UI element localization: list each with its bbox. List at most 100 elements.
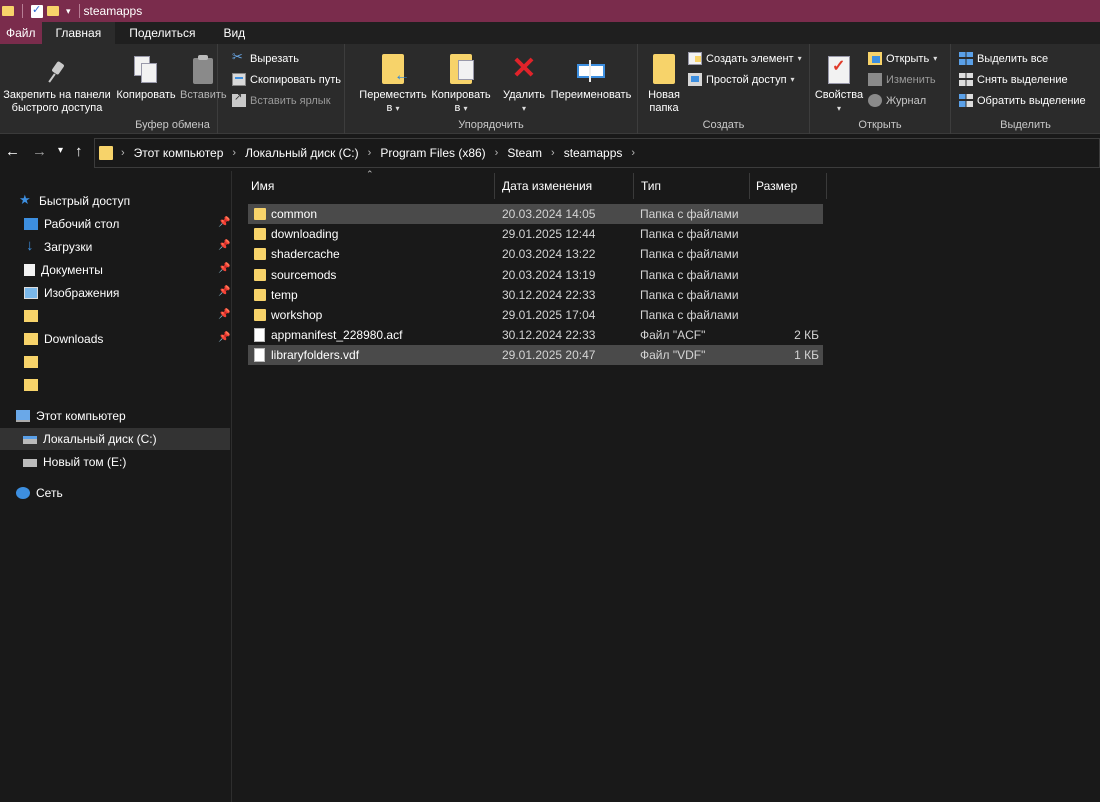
sidebar-item-folder[interactable] (0, 351, 230, 373)
table-row[interactable]: common 20.03.2024 14:05 Папка с файлами (248, 204, 823, 224)
sidebar-item-label: Загрузки (44, 240, 93, 254)
sidebar-item-desktop[interactable]: Рабочий стол (0, 213, 230, 235)
rename-button[interactable]: Переименовать (547, 50, 635, 102)
file-size: 2 КБ (794, 328, 819, 343)
edit-button[interactable]: Изменить (868, 73, 936, 86)
download-icon (24, 237, 38, 254)
properties-icon[interactable] (31, 3, 43, 18)
table-row[interactable]: shadercache 20.03.2024 13:22 Папка с файла… (248, 244, 823, 264)
table-row[interactable]: downloading 29.01.2025 12:44 Папка с файла… (248, 224, 823, 244)
new-group: Новая папка Создать элемент ▾ Простой до… (638, 44, 810, 134)
breadcrumb-steamapps[interactable]: steamapps (564, 146, 623, 160)
breadcrumb-steam[interactable]: Steam (507, 146, 542, 160)
sidebar-item-local-disk[interactable]: Локальный диск (C:) (0, 428, 230, 450)
column-header-name[interactable]: Имя (245, 173, 495, 199)
table-row[interactable]: sourcemods 20.03.2024 13:19 Папка с файлам… (248, 265, 823, 285)
sidebar-item-downloads[interactable]: Загрузки (0, 236, 230, 258)
copy-button[interactable]: Копировать (114, 50, 178, 102)
sidebar-item-images[interactable]: Изображения (0, 282, 230, 304)
new-folder-button[interactable]: Новая папка (642, 50, 686, 115)
tab-home[interactable]: Главная (41, 22, 116, 44)
sidebar-item-quick-access[interactable]: Быстрый доступ (0, 190, 230, 212)
chevron-right-icon[interactable]: › (232, 147, 236, 159)
chevron-down-icon: ▾ (790, 75, 795, 84)
recent-locations-chevron-icon[interactable]: ▾ (58, 145, 63, 156)
column-header-date[interactable]: Дата изменения (496, 173, 634, 199)
new-item-button[interactable]: Создать элемент ▾ (688, 52, 802, 65)
address-bar[interactable]: › Этот компьютер › Локальный диск (C:) ›… (94, 138, 1100, 168)
file-name: sourcemods (271, 267, 337, 282)
invert-selection-button[interactable]: Обратить выделение (959, 94, 1086, 107)
chevron-right-icon[interactable]: › (551, 147, 555, 159)
sidebar-item-folder[interactable] (0, 374, 230, 396)
select-all-button[interactable]: Выделить все (959, 52, 1048, 65)
file-type: Папка с файлами (640, 247, 739, 262)
copy-path-icon (232, 73, 246, 86)
title-bar: ▾ steamapps (0, 0, 1100, 22)
breadcrumb-program-files[interactable]: Program Files (x86) (380, 146, 485, 160)
select-none-button[interactable]: Снять выделение (959, 73, 1068, 86)
folder-icon (254, 208, 266, 220)
shortcut-icon (232, 92, 246, 107)
breadcrumb-this-pc[interactable]: Этот компьютер (134, 146, 224, 160)
copy-to-label-line1: Копировать (431, 89, 491, 101)
chevron-right-icon[interactable]: › (631, 147, 635, 159)
file-type: Папка с файлами (640, 267, 739, 282)
pin-icon (48, 60, 66, 84)
open-button[interactable]: Открыть ▾ (868, 52, 937, 65)
open-label: Открыть (886, 52, 930, 65)
column-header-size[interactable]: Размер (750, 173, 827, 199)
chevron-right-icon[interactable]: › (368, 147, 372, 159)
chevron-right-icon[interactable]: › (495, 147, 499, 159)
tab-share[interactable]: Поделиться (115, 22, 209, 44)
chevron-down-icon[interactable]: ▾ (66, 6, 71, 17)
chevron-down-icon: ▾ (395, 104, 400, 113)
cut-button[interactable]: Вырезать (232, 49, 299, 65)
sidebar-item-new-volume[interactable]: Новый том (E:) (0, 451, 230, 473)
table-row[interactable]: workshop 29.01.2025 17:04 Папка с файлами (248, 305, 823, 325)
table-row[interactable]: temp 30.12.2024 22:33 Папка с файлами (248, 285, 823, 305)
history-label: Журнал (886, 94, 927, 107)
desktop-icon (24, 218, 38, 230)
delete-button[interactable]: ✕ Удалить ▾ (501, 50, 547, 115)
pin-icon: 📌 (218, 217, 231, 228)
column-header-type[interactable]: Тип (635, 173, 750, 199)
chevron-right-icon[interactable]: › (121, 147, 125, 159)
forward-arrow-icon[interactable]: → (32, 143, 47, 160)
tab-file[interactable]: Файл (0, 22, 42, 44)
sidebar-item-folder[interactable] (0, 305, 230, 327)
copy-path-button[interactable]: Скопировать путь (232, 73, 341, 86)
table-row[interactable]: appmanifest_228980.acf 30.12.2024 22:33 Фа… (248, 325, 823, 345)
easy-access-button[interactable]: Простой доступ ▾ (688, 73, 795, 86)
window-title: steamapps (83, 4, 143, 18)
sidebar-item-label: Рабочий стол (44, 217, 120, 231)
rename-label: Переименовать (550, 89, 632, 101)
back-arrow-icon[interactable]: ← (5, 143, 20, 160)
select-group-label: Выделить (1000, 119, 1051, 131)
document-icon (24, 264, 35, 276)
sidebar-item-this-pc[interactable]: Этот компьютер (0, 405, 230, 427)
pin-icon: 📌 (218, 240, 231, 251)
paste-shortcut-button[interactable]: Вставить ярлык (232, 92, 331, 107)
tab-view[interactable]: Вид (209, 22, 259, 44)
select-all-icon (959, 52, 973, 65)
folder-icon (24, 333, 38, 345)
sidebar-item-label: Этот компьютер (36, 409, 126, 423)
sidebar-item-network[interactable]: Сеть (0, 482, 230, 504)
sidebar-item-label: Локальный диск (C:) (43, 432, 157, 446)
sidebar-item-label: Новый том (E:) (43, 455, 127, 469)
table-row[interactable]: libraryfolders.vdf 29.01.2025 20:47 Файл "… (248, 345, 823, 366)
properties-button[interactable]: Свойства ▾ (814, 50, 864, 115)
file-name: shadercache (271, 247, 340, 262)
sidebar-item-downloads-folder[interactable]: Downloads (0, 328, 230, 350)
sidebar-item-documents[interactable]: Документы (0, 259, 230, 281)
pin-icon: 📌 (218, 263, 231, 274)
move-to-button[interactable]: Переместить в ▾ (355, 50, 431, 115)
history-button[interactable]: Журнал (868, 94, 926, 107)
copy-to-button[interactable]: Копировать в ▾ (429, 50, 493, 115)
up-arrow-icon[interactable]: ↑ (75, 143, 83, 160)
drive-icon (23, 436, 37, 444)
breadcrumb-local-disk[interactable]: Локальный диск (C:) (245, 146, 359, 160)
pin-quick-access-button[interactable]: Закрепить на панели быстрого доступа (2, 50, 112, 115)
new-folder-icon[interactable] (47, 6, 59, 16)
